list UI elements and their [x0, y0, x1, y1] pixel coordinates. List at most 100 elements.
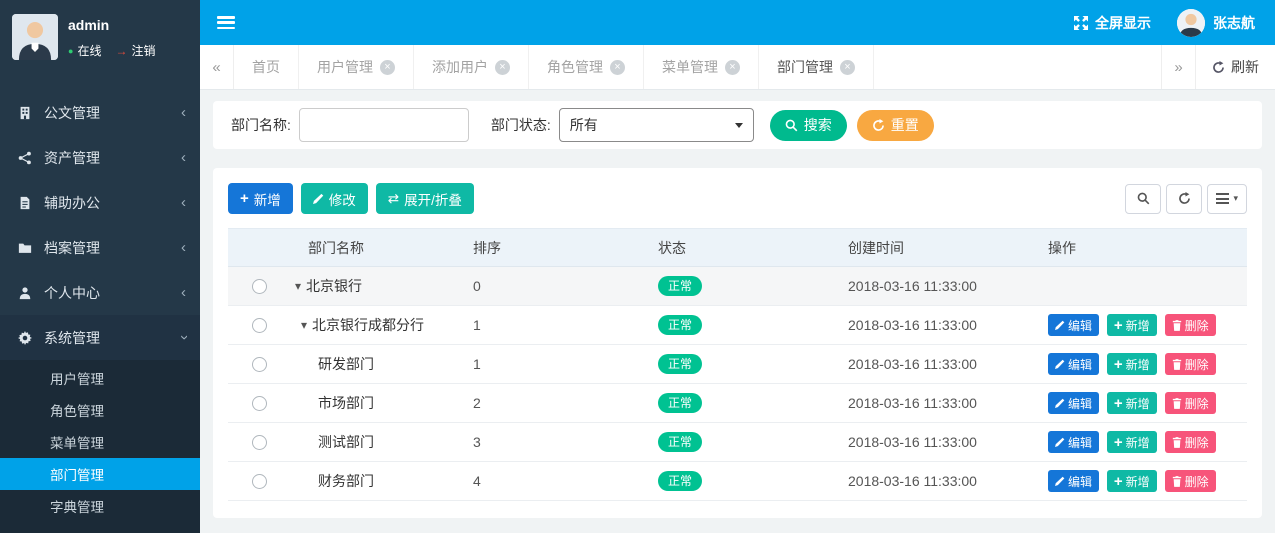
delete-label: 删除 [1184, 474, 1209, 489]
tab-home[interactable]: 首页 [234, 45, 299, 89]
tab-dept-mgmt[interactable]: 部门管理 × [759, 45, 874, 89]
sidebar-item-archive-mgmt[interactable]: 档案管理 ‹ [0, 225, 200, 270]
sidebar-item-asset-mgmt[interactable]: 资产管理 ‹ [0, 135, 200, 180]
sidebar-item-office-assist[interactable]: 辅助办公 ‹ [0, 180, 200, 225]
logout-link[interactable]: 注销 [131, 42, 155, 59]
dept-name-input[interactable] [298, 108, 469, 142]
add-label: 新增 [1125, 357, 1150, 372]
trash-icon [1172, 397, 1181, 409]
fullscreen-icon [1074, 15, 1088, 30]
topbar-right: 全屏显示 张志航 [1074, 8, 1275, 37]
sidebar-item-dept-mgmt[interactable]: 部门管理 [0, 458, 200, 490]
delete-button[interactable]: 删除 [1164, 314, 1216, 336]
tab-menu-mgmt[interactable]: 菜单管理 × [644, 45, 759, 89]
tab-close-icon[interactable]: × [495, 59, 510, 75]
topbar-avatar[interactable] [1177, 8, 1205, 37]
search-icon [1137, 192, 1150, 205]
table-row: 测试部门 3 正常 2018-03-16 11:33:00 编辑 + 新增 删除 [228, 422, 1247, 462]
app-window: admin ● 在线 → 注销 公文管理 ‹ 资产管理 ‹ 辅助办公 ‹ 档案管… [0, 0, 1275, 533]
tab-user-mgmt[interactable]: 用户管理 × [299, 45, 414, 89]
header-actions: 操作 [1038, 228, 1247, 267]
sidebar-item-document-mgmt[interactable]: 公文管理 ‹ [0, 90, 200, 135]
dept-status-select[interactable]: 所有 [558, 108, 754, 142]
online-label: 在线 [77, 44, 102, 58]
refresh-icon [872, 118, 884, 131]
tree-collapse-icon[interactable]: ▾ [290, 279, 306, 293]
row-radio[interactable] [252, 474, 267, 490]
sidebar-item-role-mgmt[interactable]: 角色管理 [0, 394, 200, 426]
tree-collapse-icon[interactable]: ▾ [296, 318, 312, 332]
tab-label: 用户管理 [317, 59, 373, 75]
add-label: 新增 [1125, 318, 1150, 333]
row-radio[interactable] [252, 435, 267, 451]
edit-button[interactable]: 编辑 [1048, 392, 1100, 414]
add-label: 新增 [1125, 396, 1150, 411]
sidebar-item-user-mgmt[interactable]: 用户管理 [0, 362, 200, 394]
search-button[interactable]: 搜索 [769, 109, 847, 141]
table-refresh-button[interactable] [1166, 183, 1203, 214]
expand-collapse-button[interactable]: ⇄ 展开/折叠 [375, 183, 474, 214]
search-label: 搜索 [803, 117, 832, 133]
add-child-button[interactable]: + 新增 [1106, 470, 1157, 492]
tab-close-icon[interactable]: × [840, 59, 855, 75]
tab-add-user[interactable]: 添加用户 × [414, 45, 529, 89]
row-radio[interactable] [252, 318, 267, 334]
delete-label: 删除 [1184, 357, 1209, 372]
edit-button[interactable]: 编辑 [1048, 314, 1100, 336]
sidebar-item-system-mgmt[interactable]: 系统管理 ‹ [0, 315, 200, 360]
tab-label: 菜单管理 [662, 59, 718, 75]
sidebar: admin ● 在线 → 注销 公文管理 ‹ 资产管理 ‹ 辅助办公 ‹ 档案管… [0, 0, 200, 533]
row-radio[interactable] [252, 357, 267, 373]
plus-icon: + [1113, 472, 1123, 490]
sidebar-item-label: 辅助办公 [44, 194, 100, 211]
reset-button[interactable]: 重置 [856, 109, 934, 141]
delete-button[interactable]: 删除 [1164, 353, 1216, 375]
edit-dept-button[interactable]: 修改 [300, 183, 368, 214]
sub-item-label: 菜单管理 [50, 436, 104, 451]
row-radio[interactable] [252, 396, 267, 412]
edit-button[interactable]: 编辑 [1048, 353, 1100, 375]
sidebar-submenu: 用户管理 角色管理 菜单管理 部门管理 字典管理 [0, 360, 200, 533]
add-label: 新增 [253, 192, 281, 208]
chevron-left-icon: ‹ [181, 284, 186, 301]
table-search-button[interactable] [1125, 183, 1162, 214]
folder-icon [18, 241, 44, 255]
add-child-button[interactable]: + 新增 [1106, 314, 1157, 336]
tab-close-icon[interactable]: × [380, 59, 395, 75]
table-tools: ▾ [1125, 183, 1247, 214]
status-badge: 正常 [658, 431, 703, 453]
fullscreen-button[interactable]: 全屏显示 [1074, 13, 1151, 33]
tabs-scroll-left-button[interactable]: « [200, 45, 234, 89]
created-time: 2018-03-16 11:33:00 [838, 266, 1038, 306]
chevron-left-icon: ‹ [181, 239, 186, 256]
tab-close-icon[interactable]: × [725, 59, 740, 75]
user-meta: admin ● 在线 → 注销 [68, 14, 155, 59]
sidebar-toggle-button[interactable] [200, 0, 252, 45]
table-columns-button[interactable]: ▾ [1207, 183, 1247, 214]
topbar-username[interactable]: 张志航 [1213, 13, 1255, 33]
tab-role-mgmt[interactable]: 角色管理 × [529, 45, 644, 89]
tab-label: 角色管理 [547, 59, 603, 75]
add-child-button[interactable]: + 新增 [1106, 431, 1157, 453]
dept-name: 财务部门 [318, 473, 374, 489]
delete-button[interactable]: 删除 [1164, 392, 1216, 414]
add-child-button[interactable]: + 新增 [1106, 353, 1157, 375]
sidebar-item-dict-mgmt[interactable]: 字典管理 [0, 490, 200, 522]
tabs-scroll-right-button[interactable]: » [1161, 45, 1195, 89]
refresh-tab-button[interactable]: 刷新 [1195, 45, 1275, 89]
edit-label: 修改 [328, 192, 356, 208]
edit-button[interactable]: 编辑 [1048, 431, 1100, 453]
pencil-icon [1055, 437, 1065, 447]
sidebar-item-personal-center[interactable]: 个人中心 ‹ [0, 270, 200, 315]
dept-order: 2 [463, 383, 648, 423]
add-child-button[interactable]: + 新增 [1106, 392, 1157, 414]
header-select [228, 228, 288, 267]
reset-label: 重置 [890, 117, 919, 133]
sidebar-item-menu-mgmt[interactable]: 菜单管理 [0, 426, 200, 458]
delete-button[interactable]: 删除 [1164, 431, 1216, 453]
delete-button[interactable]: 删除 [1164, 470, 1216, 492]
row-radio[interactable] [252, 279, 267, 295]
tab-close-icon[interactable]: × [610, 59, 625, 75]
add-dept-button[interactable]: + 新增 [228, 183, 293, 214]
edit-button[interactable]: 编辑 [1048, 470, 1100, 492]
